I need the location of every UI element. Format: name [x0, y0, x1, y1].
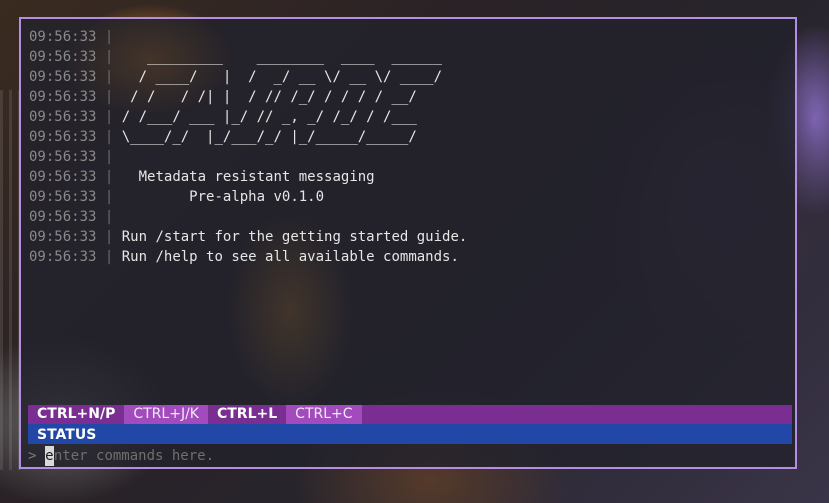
keybinding-bar: CTRL+N/P CTRL+J/K CTRL+L CTRL+C [28, 405, 792, 424]
ascii-logo-line: / / / /| | / // /_/ / / / / __/ [121, 89, 417, 105]
log-line: 09:56:33 | / ____/ | / _/ __ \/ __ \/ __… [29, 67, 789, 87]
log-timestamp: 09:56:33 [29, 29, 97, 45]
ascii-logo-line: \____/_/ |_/___/_/ |_/_____/_____/ [121, 129, 417, 145]
keybinding-ctrl-j-k[interactable]: CTRL+J/K [124, 405, 208, 424]
log-timestamp: 09:56:33 [29, 209, 97, 225]
log-timestamp: 09:56:33 [29, 49, 97, 65]
log-line: 09:56:33 | Run /start for the getting st… [29, 227, 789, 247]
log-timestamp: 09:56:33 [29, 249, 97, 265]
log-line: 09:56:33 | [29, 27, 789, 47]
log-separator: | [104, 169, 114, 185]
log-timestamp: 09:56:33 [29, 229, 97, 245]
status-label: STATUS [37, 427, 97, 443]
log-separator: | [104, 89, 114, 105]
message-log: 09:56:33 | 09:56:33 | _________ ________… [29, 27, 789, 267]
log-timestamp: 09:56:33 [29, 109, 97, 125]
keybinding-ctrl-n-p[interactable]: CTRL+N/P [28, 405, 124, 424]
ascii-logo-line: _________ ________ ____ ______ [121, 49, 443, 65]
start-hint: Run /start for the getting started guide… [121, 229, 468, 245]
log-line: 09:56:33 | Metadata resistant messaging [29, 167, 789, 187]
log-line: 09:56:33 | / / / /| | / // /_/ / / / / _… [29, 87, 789, 107]
ascii-logo-line: / ____/ | / _/ __ \/ __ \/ ____/ [121, 69, 443, 85]
keybinding-ctrl-l[interactable]: CTRL+L [208, 405, 286, 424]
ascii-logo-line: / /___/ ___ |_/ // _, _/ /_/ / /___ [121, 109, 417, 125]
log-timestamp: 09:56:33 [29, 89, 97, 105]
text-cursor: e [44, 446, 54, 466]
log-separator: | [104, 229, 114, 245]
log-timestamp: 09:56:33 [29, 69, 97, 85]
log-separator: | [104, 129, 114, 145]
keybinding-ctrl-c[interactable]: CTRL+C [286, 405, 362, 424]
log-separator: | [104, 49, 114, 65]
log-line: 09:56:33 | _________ ________ ____ _____… [29, 47, 789, 67]
log-timestamp: 09:56:33 [29, 189, 97, 205]
log-line: 09:56:33 | [29, 207, 789, 227]
log-separator: | [104, 109, 114, 125]
version-text: Pre-alpha v0.1.0 [121, 189, 325, 205]
log-separator: | [104, 29, 114, 45]
log-line: 09:56:33 | / /___/ ___ |_/ // _, _/ /_/ … [29, 107, 789, 127]
prompt-symbol: > [28, 448, 37, 464]
command-line[interactable]: > e [28, 446, 792, 466]
log-separator: | [104, 149, 114, 165]
tagline: Metadata resistant messaging [121, 169, 375, 185]
log-line: 09:56:33 | [29, 147, 789, 167]
command-input[interactable] [53, 446, 654, 466]
log-separator: | [104, 69, 114, 85]
log-line: 09:56:33 | \____/_/ |_/___/_/ |_/_____/_… [29, 127, 789, 147]
log-timestamp: 09:56:33 [29, 129, 97, 145]
log-line: 09:56:33 | Pre-alpha v0.1.0 [29, 187, 789, 207]
log-line: 09:56:33 | Run /help to see all availabl… [29, 247, 789, 267]
log-timestamp: 09:56:33 [29, 169, 97, 185]
help-hint: Run /help to see all available commands. [121, 249, 459, 265]
terminal-window[interactable]: 09:56:33 | 09:56:33 | _________ ________… [19, 17, 797, 469]
status-bar: STATUS [28, 424, 792, 444]
log-timestamp: 09:56:33 [29, 149, 97, 165]
log-separator: | [104, 189, 114, 205]
log-separator: | [104, 249, 114, 265]
log-separator: | [104, 209, 114, 225]
